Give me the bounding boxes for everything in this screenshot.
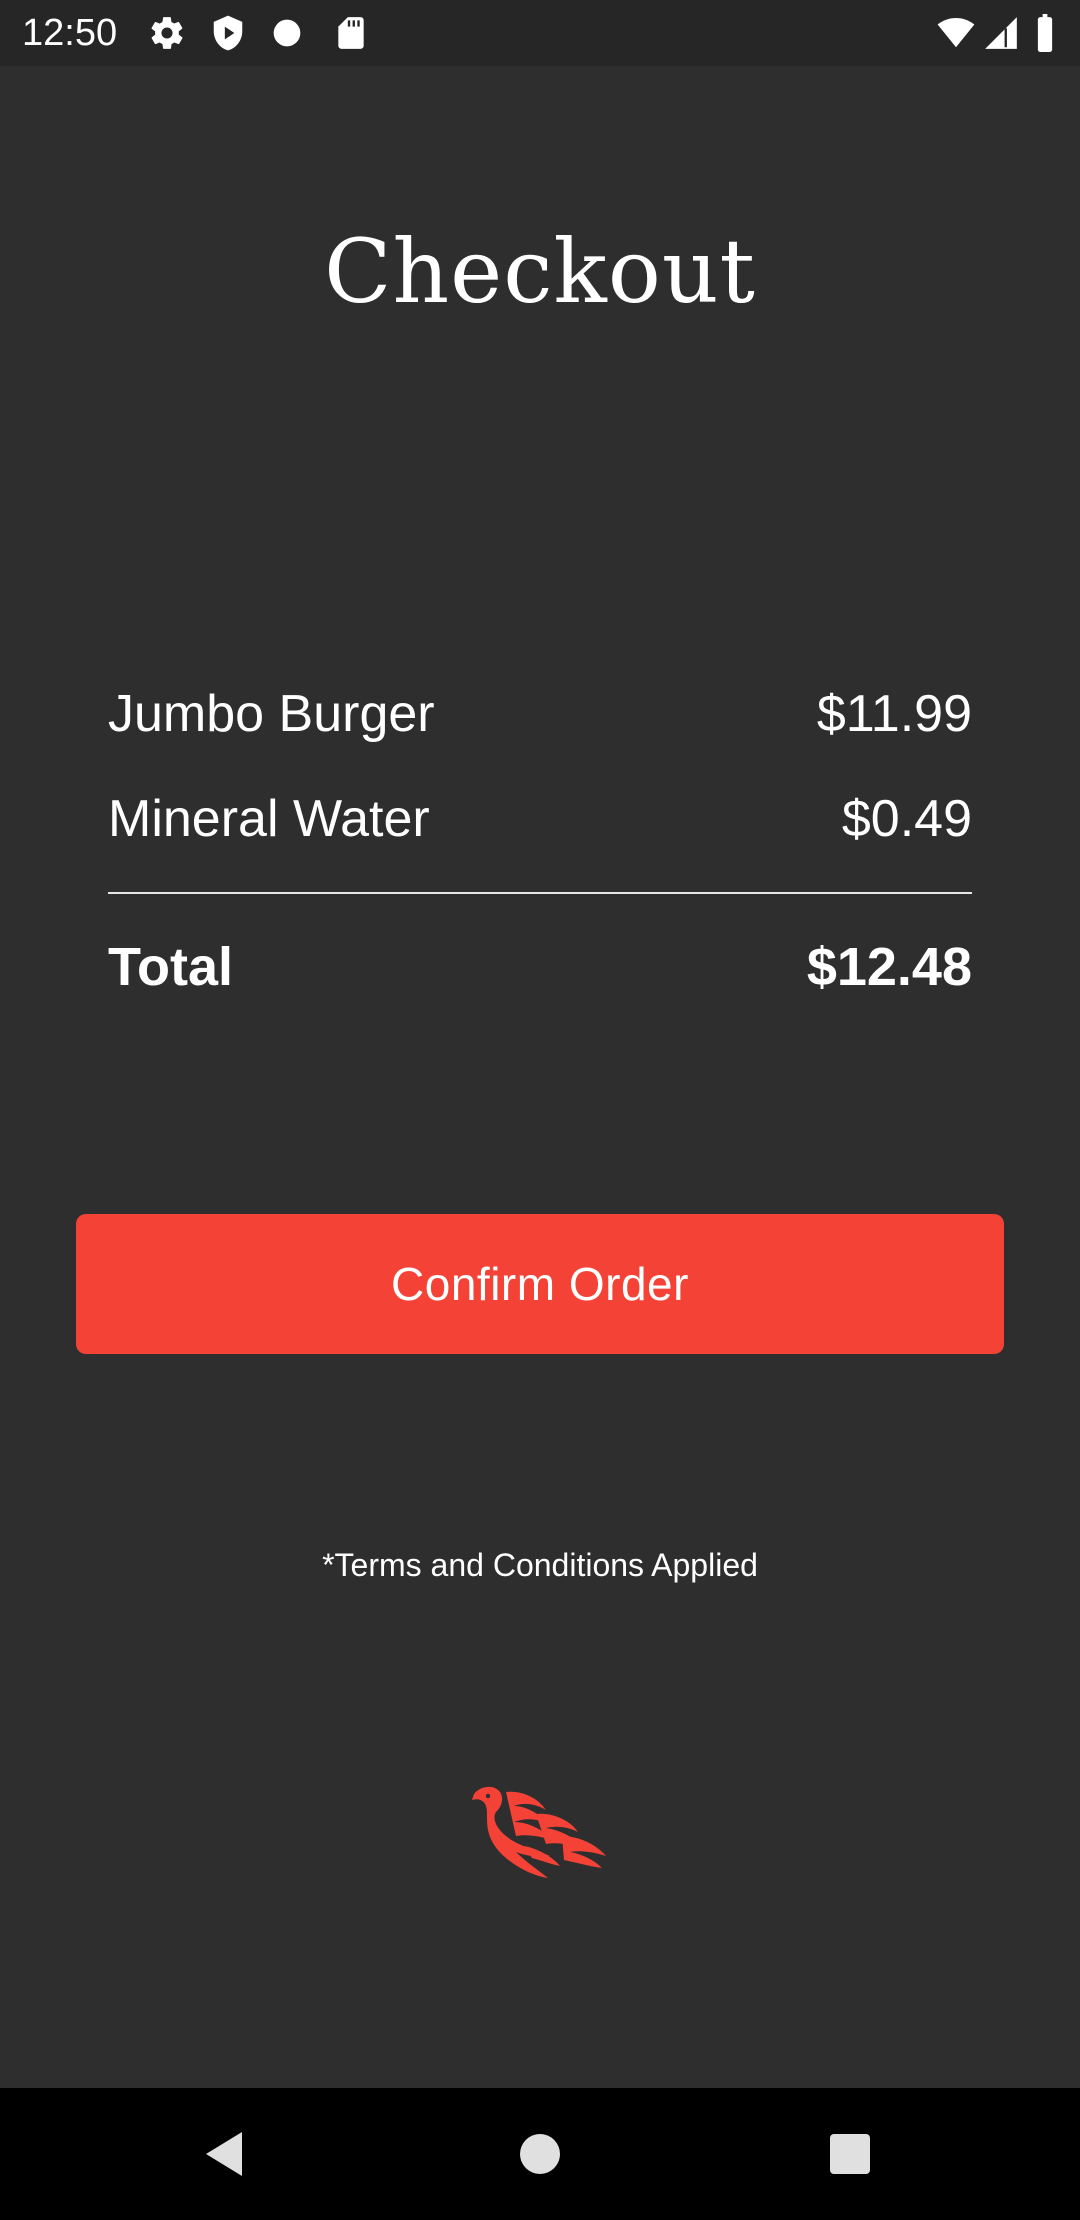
item-name: Jumbo Burger <box>108 685 435 743</box>
play-protect-icon <box>209 14 247 52</box>
wifi-icon <box>935 14 977 52</box>
status-time: 12:50 <box>22 12 118 54</box>
order-item: Jumbo Burger $11.99 <box>108 682 972 746</box>
total-value: $12.48 <box>806 937 972 997</box>
settings-gear-icon <box>148 14 186 52</box>
item-price: $0.49 <box>841 790 972 848</box>
total-divider <box>108 892 972 894</box>
home-icon[interactable] <box>512 2126 568 2182</box>
phoenix-logo-icon <box>466 1784 610 1884</box>
navigation-bar <box>0 2088 1080 2220</box>
page-title: Checkout <box>324 220 756 323</box>
confirm-order-button[interactable]: Confirm Order <box>76 1214 1004 1354</box>
sd-card-icon <box>332 14 370 52</box>
cell-signal-icon <box>982 14 1020 52</box>
battery-icon <box>1030 14 1060 52</box>
item-name: Mineral Water <box>108 790 430 848</box>
item-price: $11.99 <box>816 685 972 743</box>
checkout-screen: 12:50 Checkout Jumbo Burger $11.99 Miner… <box>0 0 1080 2220</box>
total-row: Total $12.48 <box>108 935 972 999</box>
back-icon[interactable] <box>198 2126 254 2182</box>
recents-icon[interactable] <box>822 2126 878 2182</box>
terms-text: *Terms and Conditions Applied <box>322 1547 758 1583</box>
status-bar: 12:50 <box>0 0 1080 66</box>
dot-icon <box>271 17 303 49</box>
order-item: Mineral Water $0.49 <box>108 787 972 851</box>
total-label: Total <box>108 937 233 997</box>
